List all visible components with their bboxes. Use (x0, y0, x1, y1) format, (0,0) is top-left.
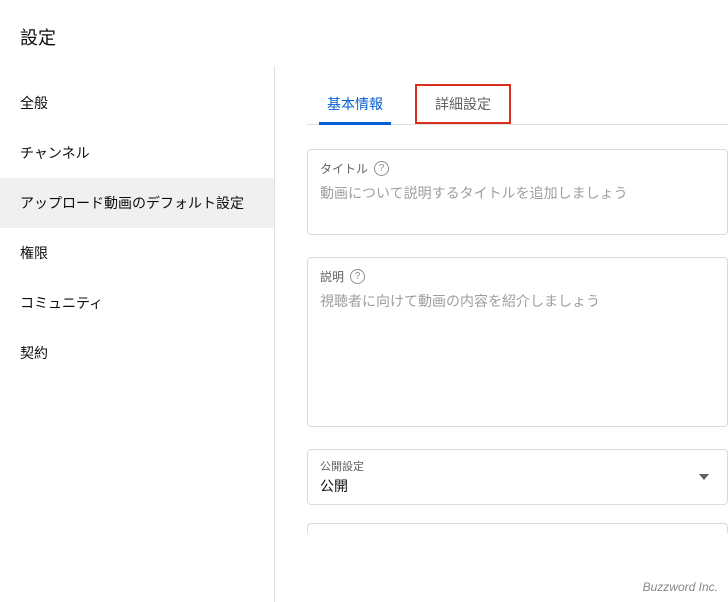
tab-label: 基本情報 (327, 96, 383, 112)
next-field-partial (307, 523, 728, 533)
help-icon[interactable]: ? (350, 269, 365, 284)
description-field[interactable]: 説明 ? (307, 257, 728, 427)
title-label: タイトル (320, 160, 368, 177)
main-panel: 基本情報 詳細設定 タイトル ? 説明 ? (275, 66, 728, 602)
sidebar-item-community[interactable]: コミュニティ (0, 278, 274, 328)
sidebar-item-upload-defaults[interactable]: アップロード動画のデフォルト設定 (0, 178, 274, 228)
tab-advanced-settings[interactable]: 詳細設定 (415, 84, 511, 124)
help-icon[interactable]: ? (374, 161, 389, 176)
sidebar-item-general[interactable]: 全般 (0, 78, 274, 128)
sidebar-item-label: 全般 (20, 95, 48, 111)
sidebar-item-label: アップロード動画のデフォルト設定 (20, 195, 244, 211)
settings-sidebar: 全般 チャンネル アップロード動画のデフォルト設定 権限 コミュニティ 契約 (0, 66, 275, 602)
description-input[interactable] (320, 291, 715, 387)
sidebar-item-permissions[interactable]: 権限 (0, 228, 274, 278)
page-title: 設定 (20, 24, 708, 50)
title-label-row: タイトル ? (320, 160, 715, 177)
title-field[interactable]: タイトル ? (307, 149, 728, 235)
tab-basic-info[interactable]: 基本情報 (307, 84, 403, 124)
sidebar-item-label: 権限 (20, 245, 48, 261)
sidebar-item-label: チャンネル (20, 145, 90, 161)
visibility-inner: 公開設定 公開 (320, 458, 364, 496)
tabs: 基本情報 詳細設定 (307, 84, 728, 125)
watermark: Buzzword Inc. (643, 580, 718, 594)
tab-label: 詳細設定 (435, 96, 491, 112)
form-area: タイトル ? 説明 ? 公開設定 公開 (307, 125, 728, 533)
settings-header: 設定 (0, 0, 728, 66)
description-label: 説明 (320, 268, 344, 285)
description-label-row: 説明 ? (320, 268, 715, 285)
main-container: 全般 チャンネル アップロード動画のデフォルト設定 権限 コミュニティ 契約 基… (0, 66, 728, 602)
visibility-select[interactable]: 公開設定 公開 (307, 449, 728, 505)
sidebar-item-agreements[interactable]: 契約 (0, 328, 274, 378)
visibility-label: 公開設定 (320, 458, 364, 474)
title-input[interactable] (320, 183, 715, 215)
sidebar-item-label: コミュニティ (20, 295, 103, 311)
chevron-down-icon (699, 474, 709, 480)
sidebar-item-channel[interactable]: チャンネル (0, 128, 274, 178)
sidebar-item-label: 契約 (20, 345, 48, 361)
visibility-value: 公開 (320, 476, 364, 496)
